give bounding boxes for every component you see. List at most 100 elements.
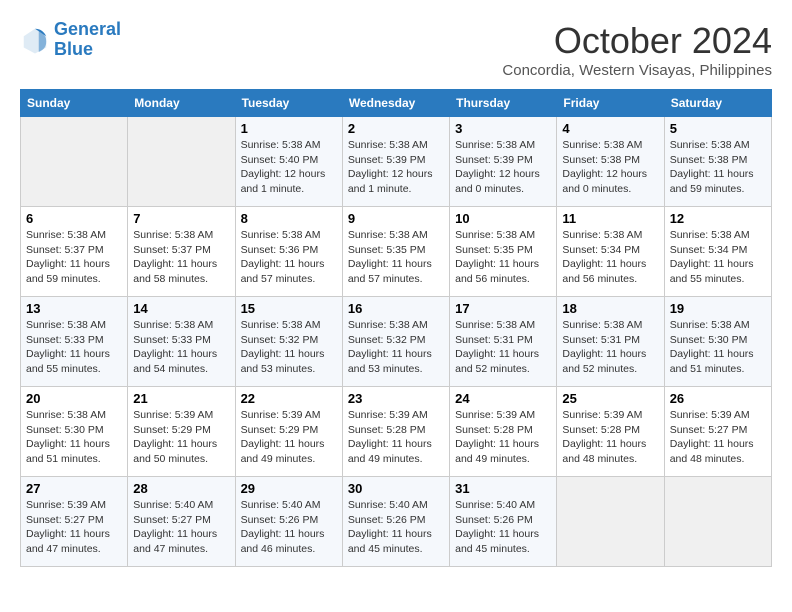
calendar-header-row: SundayMondayTuesdayWednesdayThursdayFrid… xyxy=(21,90,772,117)
day-info: Sunrise: 5:38 AM Sunset: 5:33 PM Dayligh… xyxy=(133,318,229,377)
logo-line1: General xyxy=(54,19,121,39)
day-info: Sunrise: 5:38 AM Sunset: 5:30 PM Dayligh… xyxy=(670,318,766,377)
day-info: Sunrise: 5:38 AM Sunset: 5:32 PM Dayligh… xyxy=(348,318,444,377)
day-info: Sunrise: 5:38 AM Sunset: 5:39 PM Dayligh… xyxy=(455,138,551,197)
calendar-cell: 1 Sunrise: 5:38 AM Sunset: 5:40 PM Daylig… xyxy=(235,117,342,207)
day-number: 11 xyxy=(562,211,658,226)
day-number: 7 xyxy=(133,211,229,226)
calendar-cell: 12 Sunrise: 5:38 AM Sunset: 5:34 PM Dayli… xyxy=(664,207,771,297)
day-number: 18 xyxy=(562,301,658,316)
day-number: 30 xyxy=(348,481,444,496)
calendar-cell xyxy=(21,117,128,207)
day-header-monday: Monday xyxy=(128,90,235,117)
calendar-cell: 9Sunrise: 5:38 AM Sunset: 5:35 PM Daylig… xyxy=(342,207,449,297)
week-row-5: 27Sunrise: 5:39 AM Sunset: 5:27 PM Dayli… xyxy=(21,477,772,567)
week-row-2: 6 Sunrise: 5:38 AM Sunset: 5:37 PM Daylig… xyxy=(21,207,772,297)
day-info: Sunrise: 5:39 AM Sunset: 5:29 PM Dayligh… xyxy=(133,408,229,467)
calendar-cell: 4 Sunrise: 5:38 AM Sunset: 5:38 PM Daylig… xyxy=(557,117,664,207)
day-number: 17 xyxy=(455,301,551,316)
day-number: 6 xyxy=(26,211,122,226)
day-number: 1 xyxy=(241,121,337,136)
week-row-4: 20 Sunrise: 5:38 AM Sunset: 5:30 PM Dayli… xyxy=(21,387,772,477)
day-info: Sunrise: 5:39 AM Sunset: 5:28 PM Dayligh… xyxy=(455,408,551,467)
day-number: 19 xyxy=(670,301,766,316)
day-number: 26 xyxy=(670,391,766,406)
day-info: Sunrise: 5:38 AM Sunset: 5:36 PM Dayligh… xyxy=(241,228,337,287)
day-info: Sunrise: 5:38 AM Sunset: 5:39 PM Dayligh… xyxy=(348,138,444,197)
logo-icon xyxy=(20,25,50,55)
day-number: 24 xyxy=(455,391,551,406)
calendar-cell: 7 Sunrise: 5:38 AM Sunset: 5:37 PM Daylig… xyxy=(128,207,235,297)
week-row-1: 1 Sunrise: 5:38 AM Sunset: 5:40 PM Daylig… xyxy=(21,117,772,207)
calendar-cell: 13 Sunrise: 5:38 AM Sunset: 5:33 PM Dayli… xyxy=(21,297,128,387)
day-header-sunday: Sunday xyxy=(21,90,128,117)
day-number: 5 xyxy=(670,121,766,136)
calendar-cell: 8Sunrise: 5:38 AM Sunset: 5:36 PM Daylig… xyxy=(235,207,342,297)
calendar-cell: 11 Sunrise: 5:38 AM Sunset: 5:34 PM Dayli… xyxy=(557,207,664,297)
day-number: 2 xyxy=(348,121,444,136)
day-info: Sunrise: 5:40 AM Sunset: 5:26 PM Dayligh… xyxy=(241,498,337,557)
calendar-cell xyxy=(664,477,771,567)
day-info: Sunrise: 5:38 AM Sunset: 5:35 PM Dayligh… xyxy=(455,228,551,287)
calendar-cell: 23Sunrise: 5:39 AM Sunset: 5:28 PM Dayli… xyxy=(342,387,449,477)
day-number: 4 xyxy=(562,121,658,136)
day-info: Sunrise: 5:40 AM Sunset: 5:26 PM Dayligh… xyxy=(348,498,444,557)
calendar-cell: 21Sunrise: 5:39 AM Sunset: 5:29 PM Dayli… xyxy=(128,387,235,477)
day-info: Sunrise: 5:38 AM Sunset: 5:31 PM Dayligh… xyxy=(455,318,551,377)
day-info: Sunrise: 5:38 AM Sunset: 5:38 PM Dayligh… xyxy=(562,138,658,197)
day-number: 13 xyxy=(26,301,122,316)
day-info: Sunrise: 5:38 AM Sunset: 5:37 PM Dayligh… xyxy=(26,228,122,287)
calendar-cell: 3 Sunrise: 5:38 AM Sunset: 5:39 PM Daylig… xyxy=(450,117,557,207)
calendar-cell: 24 Sunrise: 5:39 AM Sunset: 5:28 PM Dayli… xyxy=(450,387,557,477)
day-number: 12 xyxy=(670,211,766,226)
day-number: 20 xyxy=(26,391,122,406)
calendar-cell: 31Sunrise: 5:40 AM Sunset: 5:26 PM Dayli… xyxy=(450,477,557,567)
calendar-cell: 22Sunrise: 5:39 AM Sunset: 5:29 PM Dayli… xyxy=(235,387,342,477)
calendar-cell xyxy=(128,117,235,207)
calendar-cell: 25Sunrise: 5:39 AM Sunset: 5:28 PM Dayli… xyxy=(557,387,664,477)
day-info: Sunrise: 5:38 AM Sunset: 5:34 PM Dayligh… xyxy=(562,228,658,287)
day-info: Sunrise: 5:39 AM Sunset: 5:27 PM Dayligh… xyxy=(26,498,122,557)
day-number: 25 xyxy=(562,391,658,406)
day-number: 14 xyxy=(133,301,229,316)
calendar-cell: 16 Sunrise: 5:38 AM Sunset: 5:32 PM Dayli… xyxy=(342,297,449,387)
day-number: 31 xyxy=(455,481,551,496)
day-header-tuesday: Tuesday xyxy=(235,90,342,117)
day-info: Sunrise: 5:38 AM Sunset: 5:33 PM Dayligh… xyxy=(26,318,122,377)
day-number: 28 xyxy=(133,481,229,496)
day-info: Sunrise: 5:40 AM Sunset: 5:27 PM Dayligh… xyxy=(133,498,229,557)
day-number: 10 xyxy=(455,211,551,226)
day-info: Sunrise: 5:38 AM Sunset: 5:37 PM Dayligh… xyxy=(133,228,229,287)
logo: General Blue xyxy=(20,20,121,60)
day-number: 3 xyxy=(455,121,551,136)
calendar-body: 1 Sunrise: 5:38 AM Sunset: 5:40 PM Daylig… xyxy=(21,117,772,567)
day-info: Sunrise: 5:38 AM Sunset: 5:32 PM Dayligh… xyxy=(241,318,337,377)
day-info: Sunrise: 5:38 AM Sunset: 5:38 PM Dayligh… xyxy=(670,138,766,197)
calendar-cell: 28 Sunrise: 5:40 AM Sunset: 5:27 PM Dayli… xyxy=(128,477,235,567)
day-header-saturday: Saturday xyxy=(664,90,771,117)
calendar-cell: 18Sunrise: 5:38 AM Sunset: 5:31 PM Dayli… xyxy=(557,297,664,387)
calendar-cell: 20 Sunrise: 5:38 AM Sunset: 5:30 PM Dayli… xyxy=(21,387,128,477)
day-info: Sunrise: 5:39 AM Sunset: 5:27 PM Dayligh… xyxy=(670,408,766,467)
day-number: 16 xyxy=(348,301,444,316)
calendar-cell: 14 Sunrise: 5:38 AM Sunset: 5:33 PM Dayli… xyxy=(128,297,235,387)
calendar-cell xyxy=(557,477,664,567)
calendar-cell: 15Sunrise: 5:38 AM Sunset: 5:32 PM Dayli… xyxy=(235,297,342,387)
day-info: Sunrise: 5:38 AM Sunset: 5:30 PM Dayligh… xyxy=(26,408,122,467)
calendar-cell: 5 Sunrise: 5:38 AM Sunset: 5:38 PM Daylig… xyxy=(664,117,771,207)
calendar-cell: 30 Sunrise: 5:40 AM Sunset: 5:26 PM Dayli… xyxy=(342,477,449,567)
calendar-cell: 19 Sunrise: 5:38 AM Sunset: 5:30 PM Dayli… xyxy=(664,297,771,387)
calendar-table: SundayMondayTuesdayWednesdayThursdayFrid… xyxy=(20,89,772,567)
day-number: 29 xyxy=(241,481,337,496)
calendar-cell: 26 Sunrise: 5:39 AM Sunset: 5:27 PM Dayli… xyxy=(664,387,771,477)
day-info: Sunrise: 5:38 AM Sunset: 5:34 PM Dayligh… xyxy=(670,228,766,287)
calendar-cell: 6 Sunrise: 5:38 AM Sunset: 5:37 PM Daylig… xyxy=(21,207,128,297)
logo-line2: Blue xyxy=(54,39,93,59)
week-row-3: 13 Sunrise: 5:38 AM Sunset: 5:33 PM Dayli… xyxy=(21,297,772,387)
day-header-friday: Friday xyxy=(557,90,664,117)
day-number: 9 xyxy=(348,211,444,226)
day-info: Sunrise: 5:38 AM Sunset: 5:40 PM Dayligh… xyxy=(241,138,337,197)
day-info: Sunrise: 5:39 AM Sunset: 5:28 PM Dayligh… xyxy=(348,408,444,467)
location-title: Concordia, Western Visayas, Philippines xyxy=(502,62,772,79)
day-info: Sunrise: 5:39 AM Sunset: 5:29 PM Dayligh… xyxy=(241,408,337,467)
